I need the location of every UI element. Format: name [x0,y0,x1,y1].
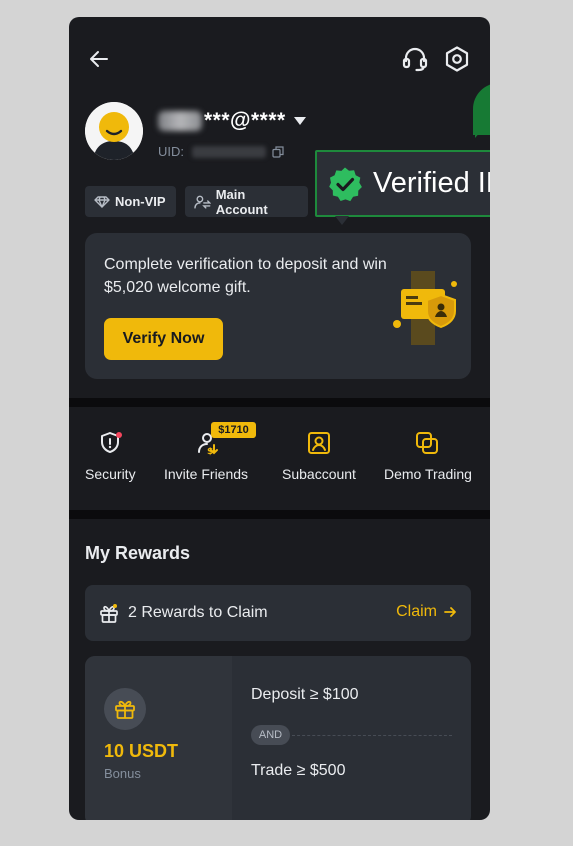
avatar-illustration [85,102,143,160]
section-divider [69,398,490,407]
subaccount-icon [308,432,330,454]
section-divider [69,510,490,519]
uid-row: UID: [158,144,284,159]
bonus-summary-panel: 10 USDT Bonus [85,656,232,820]
tooltip-pointer [335,216,349,225]
verified-id-label: Verified ID [373,167,490,199]
main-account-chip[interactable]: Main Account [185,186,308,217]
shortcut-demo-trading[interactable]: Demo Trading [379,430,490,486]
rewards-claim-count: 2 Rewards to Claim [128,604,268,621]
and-separator-pill: AND [251,725,290,745]
vip-level-chip[interactable]: Non-VIP [85,186,176,217]
shortcut-label: Demo Trading [384,466,472,482]
dashed-divider [292,735,452,736]
top-bar [69,17,490,101]
profile-screen: ***@**** UID: Non-VIP Main Account Verif… [69,17,490,820]
vip-level-label: Non-VIP [115,194,166,209]
shortcut-subaccount[interactable]: Subaccount [274,430,364,486]
verification-card: Complete verification to deposit and win… [85,233,471,379]
trade-condition: Trade ≥ $500 [251,762,346,779]
diamond-icon [94,195,110,208]
shield-alert-icon [101,432,122,453]
gift-icon [100,604,118,623]
bonus-amount: 10 USDT [104,741,179,761]
account-switch-icon [194,195,211,209]
shortcut-label: Subaccount [282,466,356,482]
verified-badge-icon [329,167,362,201]
gift-icon [115,700,135,719]
svg-text:$: $ [207,447,213,456]
headset-support-icon[interactable] [401,45,429,73]
shortcut-security[interactable]: Security [69,430,153,486]
settings-hexagon-icon[interactable] [443,45,471,73]
account-email[interactable]: ***@**** [158,108,306,134]
shortcut-label: Invite Friends [164,466,249,482]
verification-promo-text: Complete verification to deposit and win… [104,256,387,296]
verify-now-button[interactable]: Verify Now [104,318,223,360]
my-rewards-title: My Rewards [85,543,191,563]
email-masked-text: ***@**** [204,109,286,132]
back-arrow-icon[interactable] [87,47,111,71]
id-card-shield-illustration [393,271,457,345]
demo-trading-icon [416,432,438,454]
bonus-type-label: Bonus [104,766,141,781]
avatar[interactable] [85,102,143,160]
copy-icon[interactable] [272,145,284,158]
email-redacted-blur [158,111,202,131]
deposit-condition: Deposit ≥ $100 [251,686,359,703]
rewards-claim-row[interactable]: 2 Rewards to Claim Claim [85,585,471,641]
shortcut-invite-friends[interactable]: $ Invite Friends [159,430,259,486]
caret-down-icon[interactable] [293,117,306,125]
invite-user-icon: $ [198,433,218,456]
bonus-reward-card[interactable]: 10 USDT Bonus Deposit ≥ $100 AND Trade ≥… [85,656,471,820]
shortcut-label: Security [85,466,136,482]
gift-icon-circle [104,688,146,730]
arrow-right-icon [444,607,456,617]
uid-redacted-blur [192,145,266,158]
claim-link-label: Claim [396,603,437,620]
verified-id-tooltip: Verified ID [315,150,490,217]
claim-link[interactable]: Claim [396,603,457,621]
main-account-label: Main Account [215,186,268,217]
uid-label: UID: [158,144,184,159]
